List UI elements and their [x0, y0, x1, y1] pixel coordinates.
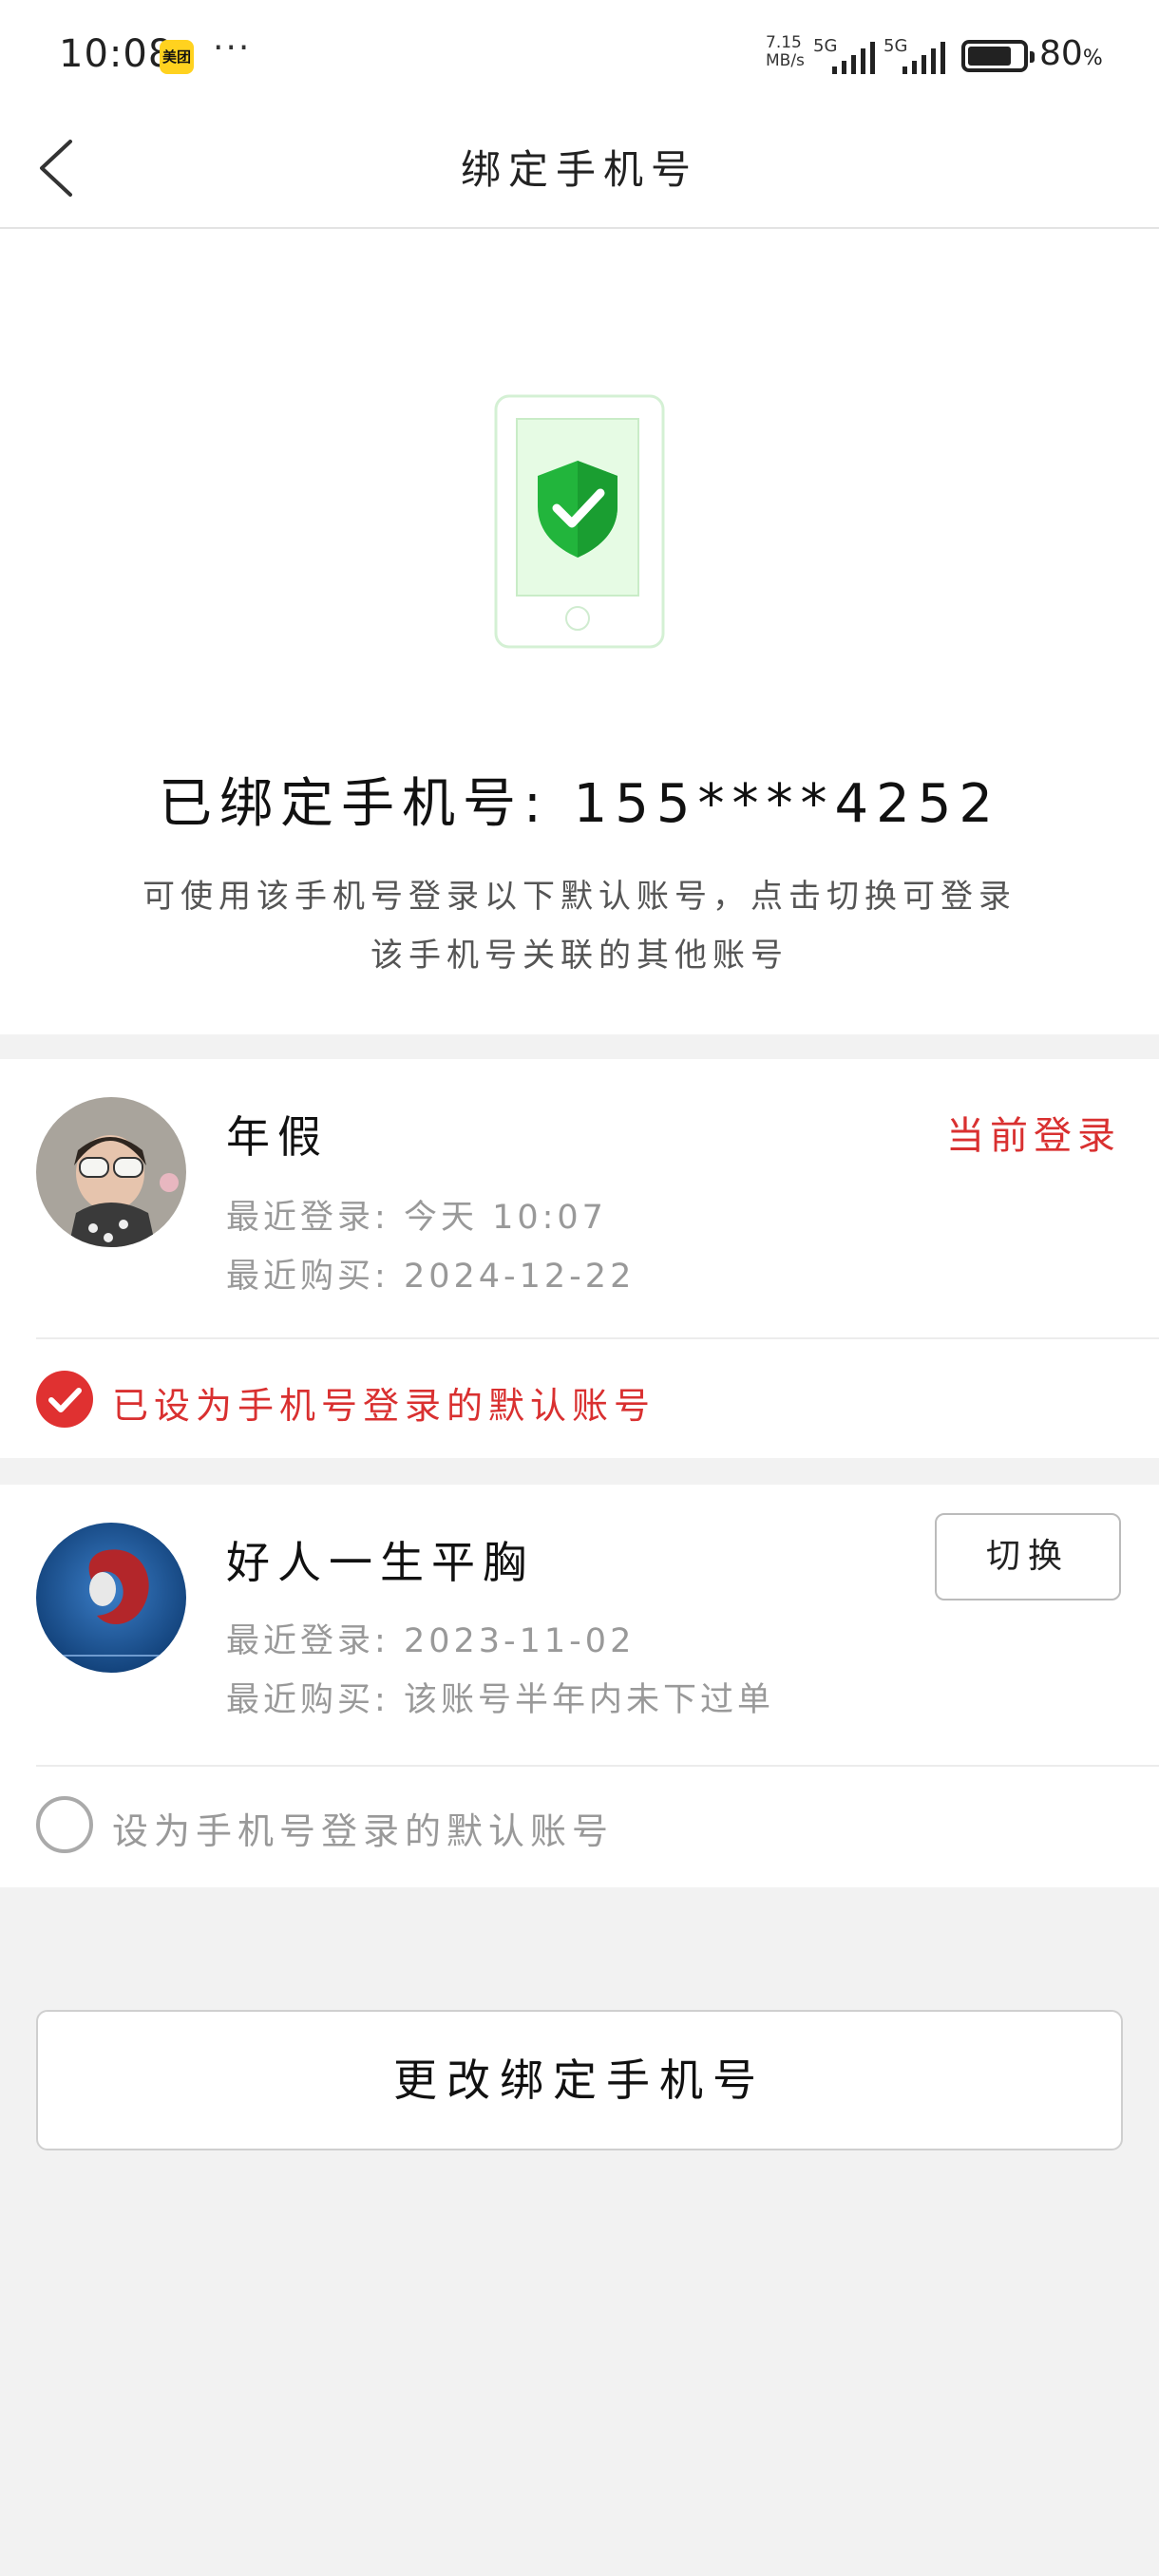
- divider: [36, 1337, 1159, 1339]
- account-card-other: 好人一生平胸 切换 最近登录: 2023-11-02 最近购买: 该账号半年内未…: [0, 1485, 1159, 1887]
- default-account-label: 已设为手机号登录的默认账号: [112, 1385, 656, 1427]
- last-login-info: 最近登录: 2023-11-02: [226, 1614, 635, 1662]
- description-line-2: 该手机号关联的其他账号: [370, 937, 788, 975]
- signal-icon: 5G: [813, 36, 889, 74]
- battery-percent: 80%: [1039, 34, 1103, 73]
- bound-phone-section: 已绑定手机号: 155****4252 可使用该手机号登录以下默认账号，点击切换…: [0, 229, 1159, 1034]
- last-login-info: 最近登录: 今天 10:07: [226, 1190, 607, 1239]
- description-line-1: 可使用该手机号登录以下默认账号，点击切换可登录: [142, 878, 1016, 916]
- network-speed-value: 7.15: [766, 33, 802, 52]
- set-default-account-label: 设为手机号登录的默认账号: [112, 1810, 615, 1852]
- last-purchase-label: 最近购买:: [226, 1681, 390, 1719]
- bound-phone-number: 155****4252: [573, 773, 1001, 835]
- bound-phone-description: 可使用该手机号登录以下默认账号，点击切换可登录 该手机号关联的其他账号: [95, 867, 1064, 985]
- last-purchase-info: 最近购买: 2024-12-22: [226, 1249, 635, 1297]
- unchecked-circle-icon: [36, 1796, 93, 1853]
- last-login-label: 最近登录:: [226, 1199, 390, 1237]
- status-bar: 10:08 美团 ··· 7.15 MB/s 5G 5G 80%: [0, 0, 1159, 109]
- phone-shield-illustration: [494, 394, 665, 649]
- last-login-label: 最近登录:: [226, 1622, 390, 1660]
- page-title: 绑定手机号: [460, 146, 698, 193]
- divider: [36, 1765, 1159, 1767]
- last-login-value: 2023-11-02: [403, 1622, 636, 1660]
- avatar: [36, 1523, 186, 1673]
- avatar: [36, 1097, 186, 1247]
- battery-icon: [961, 40, 1035, 72]
- signal-icon-2: 5G: [884, 36, 960, 74]
- network-speed: 7.15 MB/s: [766, 34, 805, 70]
- default-account-toggle[interactable]: 已设为手机号登录的默认账号: [36, 1361, 1121, 1437]
- last-login-value: 今天 10:07: [403, 1199, 607, 1237]
- nav-header: 绑定手机号: [0, 109, 1159, 229]
- set-default-account-toggle[interactable]: 设为手机号登录的默认账号: [36, 1787, 1121, 1863]
- more-notifications-icon: ···: [213, 28, 252, 67]
- meituan-app-icon: 美团: [160, 40, 194, 74]
- switch-account-button[interactable]: 切换: [935, 1513, 1121, 1601]
- bound-phone-title: 已绑定手机号: 155****4252: [0, 761, 1159, 838]
- current-login-badge: 当前登录: [946, 1114, 1121, 1158]
- account-card-current: 年假 当前登录 最近登录: 今天 10:07 最近购买: 2024-12-22 …: [0, 1059, 1159, 1458]
- bound-phone-label: 已绑定手机号:: [158, 773, 549, 835]
- checked-circle-icon: [36, 1371, 93, 1428]
- account-name: 好人一生平胸: [226, 1537, 534, 1588]
- change-bound-phone-button[interactable]: 更改绑定手机号: [36, 2010, 1123, 2150]
- last-purchase-info: 最近购买: 该账号半年内未下过单: [226, 1673, 774, 1721]
- status-time: 10:08: [59, 32, 174, 76]
- network-speed-unit: MB/s: [766, 51, 805, 70]
- last-purchase-value: 2024-12-22: [403, 1258, 636, 1296]
- last-purchase-value: 该账号半年内未下过单: [403, 1681, 774, 1719]
- account-name: 年假: [226, 1111, 329, 1163]
- last-purchase-label: 最近购买:: [226, 1258, 390, 1296]
